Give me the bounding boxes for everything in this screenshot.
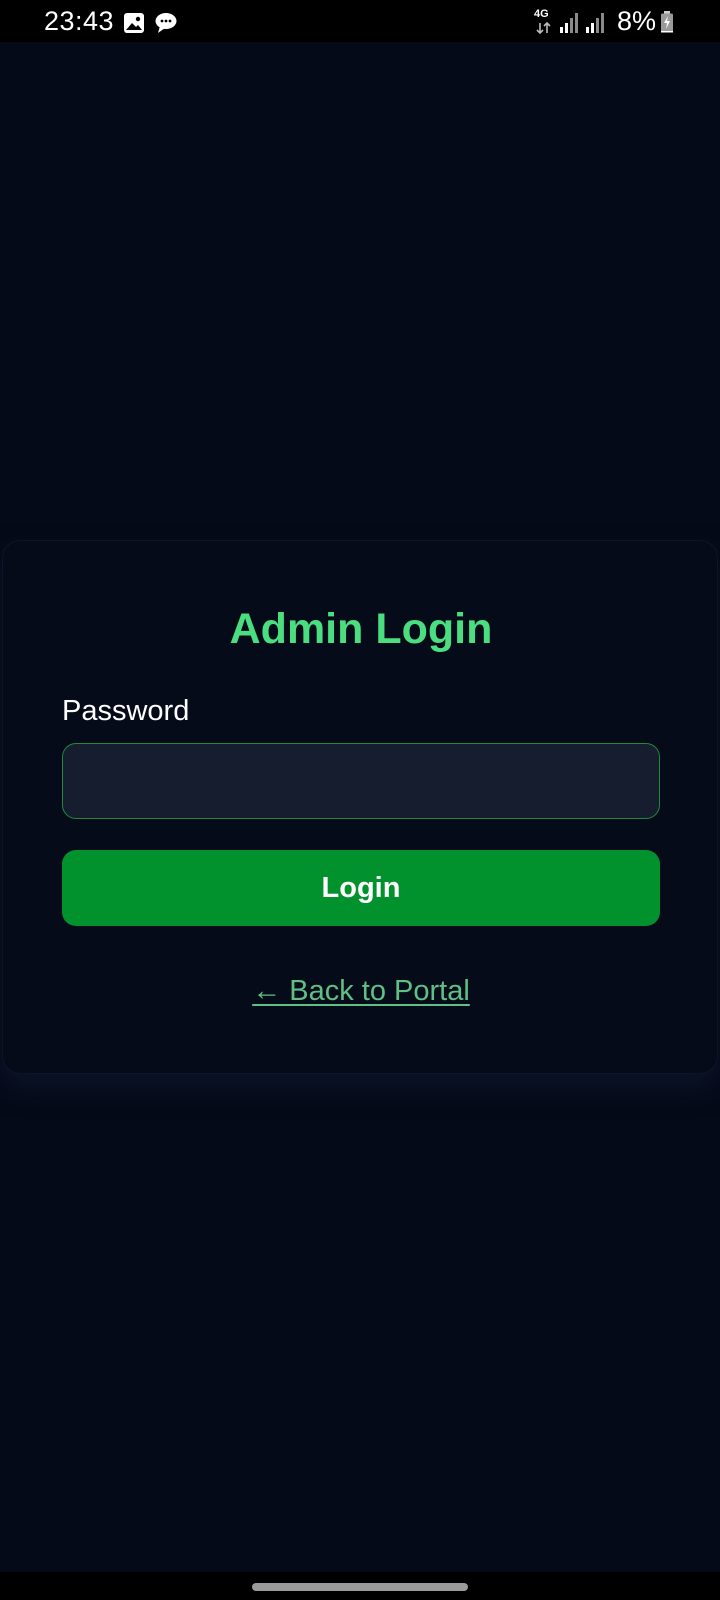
status-time: 23:43 xyxy=(44,6,115,36)
status-bar: 23:43 4G 8% xyxy=(0,0,720,42)
password-input[interactable] xyxy=(62,743,660,819)
battery-percent: 8% xyxy=(617,6,657,36)
password-label: Password xyxy=(62,695,190,727)
back-to-portal-link[interactable]: ← Back to Portal xyxy=(252,975,470,1007)
signal-strength-secondary-icon xyxy=(586,13,604,33)
signal-strength-icon xyxy=(560,13,578,33)
page-title: Admin Login xyxy=(229,605,493,653)
chat-bubble-icon xyxy=(155,13,177,33)
admin-login-screen: 23:43 4G 8% Admin Login Password Login ←… xyxy=(0,0,720,1600)
image-icon xyxy=(124,13,144,33)
network-4g-icon: 4G xyxy=(534,8,554,34)
login-card: Admin Login Password Login ← Back to Por… xyxy=(2,540,718,1074)
navigation-bar xyxy=(0,1572,720,1600)
home-gesture-handle[interactable] xyxy=(252,1583,468,1591)
login-button[interactable]: Login xyxy=(62,850,660,926)
battery-charging-icon xyxy=(661,11,673,33)
back-to-portal-link-container: ← Back to Portal xyxy=(3,975,719,1008)
